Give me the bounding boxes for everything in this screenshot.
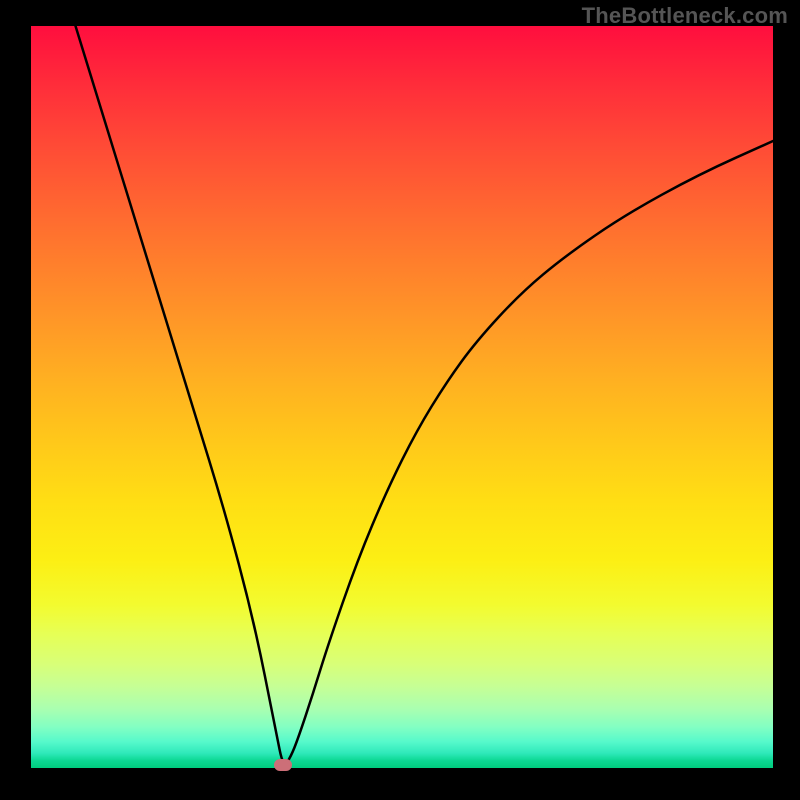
plot-area	[31, 26, 773, 768]
watermark-text: TheBottleneck.com	[582, 3, 788, 29]
minimum-marker	[274, 759, 292, 771]
chart-frame: TheBottleneck.com	[0, 0, 800, 800]
bottleneck-curve	[31, 26, 773, 768]
